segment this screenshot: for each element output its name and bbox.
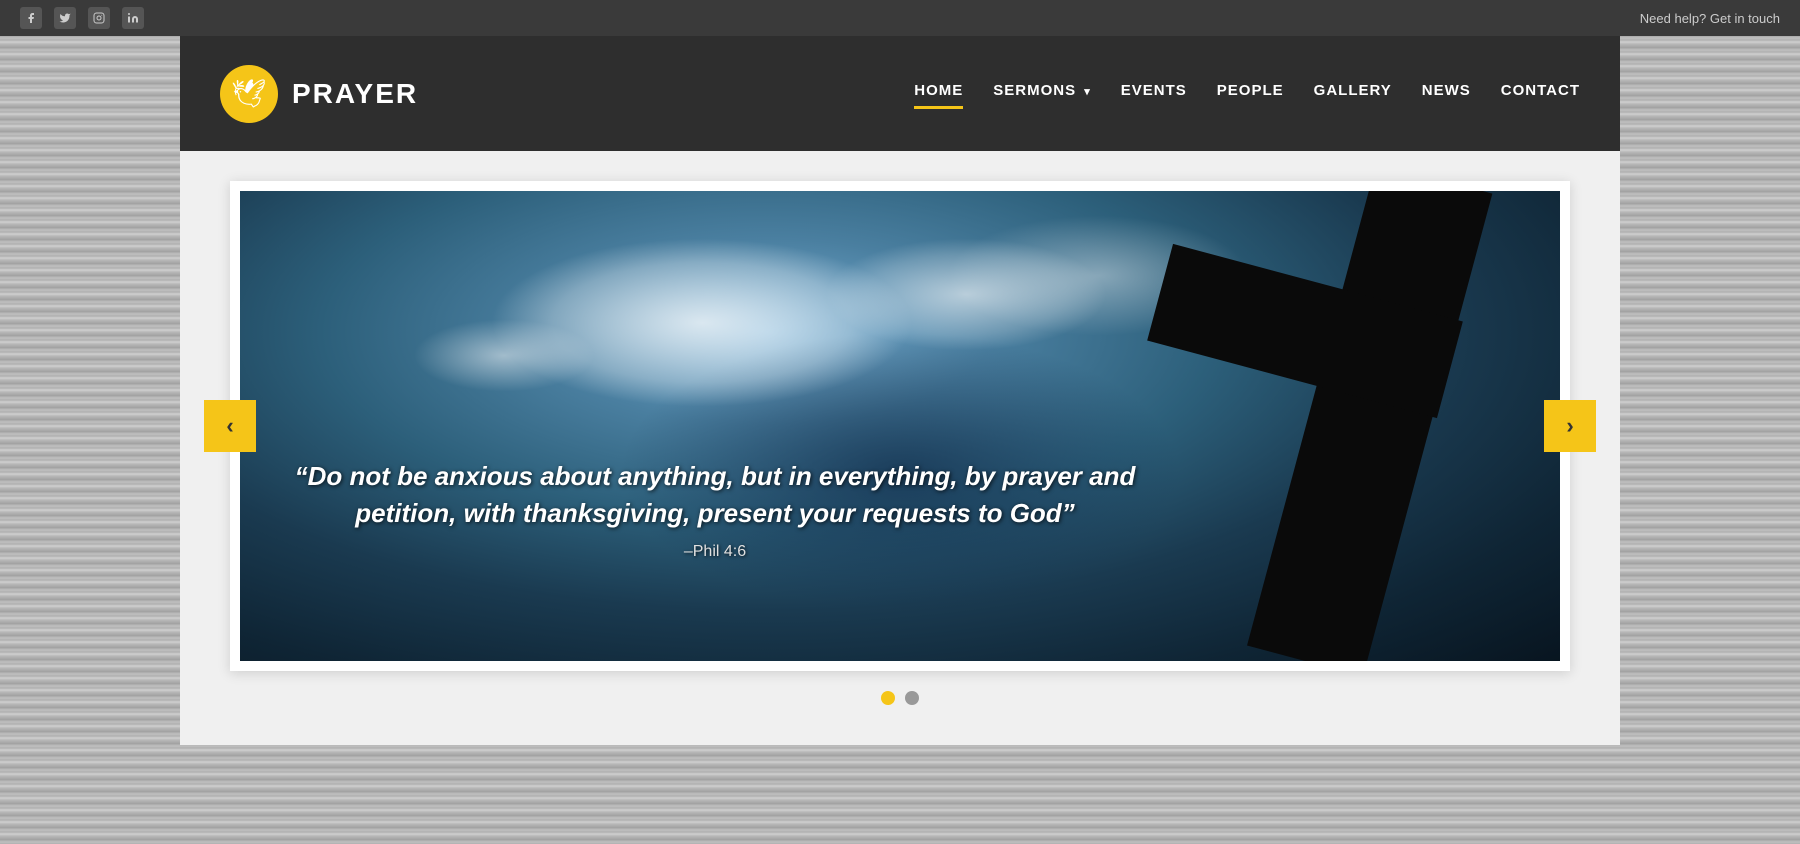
help-text: Need help? Get in touch xyxy=(1640,11,1780,26)
dove-icon: 🕊 xyxy=(231,77,267,110)
nav-menu: HOME SERMONS ▾ EVENTS PEOPLE GALLERY NEW… xyxy=(914,82,1580,105)
slider-dot-1[interactable] xyxy=(881,691,895,705)
main-content: ‹ “Do not be anxious about anything, but… xyxy=(180,151,1620,745)
slider-inner: “Do not be anxious about anything, but i… xyxy=(240,191,1560,661)
slider-prev-button[interactable]: ‹ xyxy=(204,400,256,452)
nav-item-sermons[interactable]: SERMONS ▾ xyxy=(993,82,1091,105)
top-bar: Need help? Get in touch xyxy=(0,0,1800,36)
page-wrapper: 🕊 PRAYER HOME SERMONS ▾ EVENTS PEOPLE GA… xyxy=(180,36,1620,745)
nav-item-people[interactable]: PEOPLE xyxy=(1217,82,1284,105)
slider-wrapper: ‹ “Do not be anxious about anything, but… xyxy=(230,181,1570,671)
logo[interactable]: 🕊 PRAYER xyxy=(220,65,418,123)
nav-item-gallery[interactable]: GALLERY xyxy=(1314,82,1392,105)
nav-item-contact[interactable]: CONTACT xyxy=(1501,82,1580,105)
logo-circle: 🕊 xyxy=(220,65,278,123)
nav-item-events[interactable]: EVENTS xyxy=(1121,82,1187,105)
slider-next-button[interactable]: › xyxy=(1544,400,1596,452)
sermons-dropdown-arrow: ▾ xyxy=(1084,86,1091,98)
slide-text-block: “Do not be anxious about anything, but i… xyxy=(290,458,1140,561)
cross-vertical-bar xyxy=(1247,191,1492,661)
main-nav: HOME SERMONS ▾ EVENTS PEOPLE GALLERY NEW… xyxy=(914,82,1580,105)
logo-text: PRAYER xyxy=(292,78,418,110)
facebook-icon[interactable] xyxy=(20,7,42,29)
instagram-icon[interactable] xyxy=(88,7,110,29)
social-icons-group xyxy=(0,7,144,29)
linkedin-icon[interactable] xyxy=(122,7,144,29)
nav-item-home[interactable]: HOME xyxy=(914,82,963,105)
slider-dots xyxy=(230,691,1570,705)
slide-reference: –Phil 4:6 xyxy=(290,543,1140,561)
twitter-icon[interactable] xyxy=(54,7,76,29)
site-header: 🕊 PRAYER HOME SERMONS ▾ EVENTS PEOPLE GA… xyxy=(180,36,1620,151)
nav-item-news[interactable]: NEWS xyxy=(1422,82,1471,105)
slider-dot-2[interactable] xyxy=(905,691,919,705)
slide-background: “Do not be anxious about anything, but i… xyxy=(240,191,1560,661)
slide-quote: “Do not be anxious about anything, but i… xyxy=(290,458,1140,531)
cross-silhouette xyxy=(1130,191,1480,661)
